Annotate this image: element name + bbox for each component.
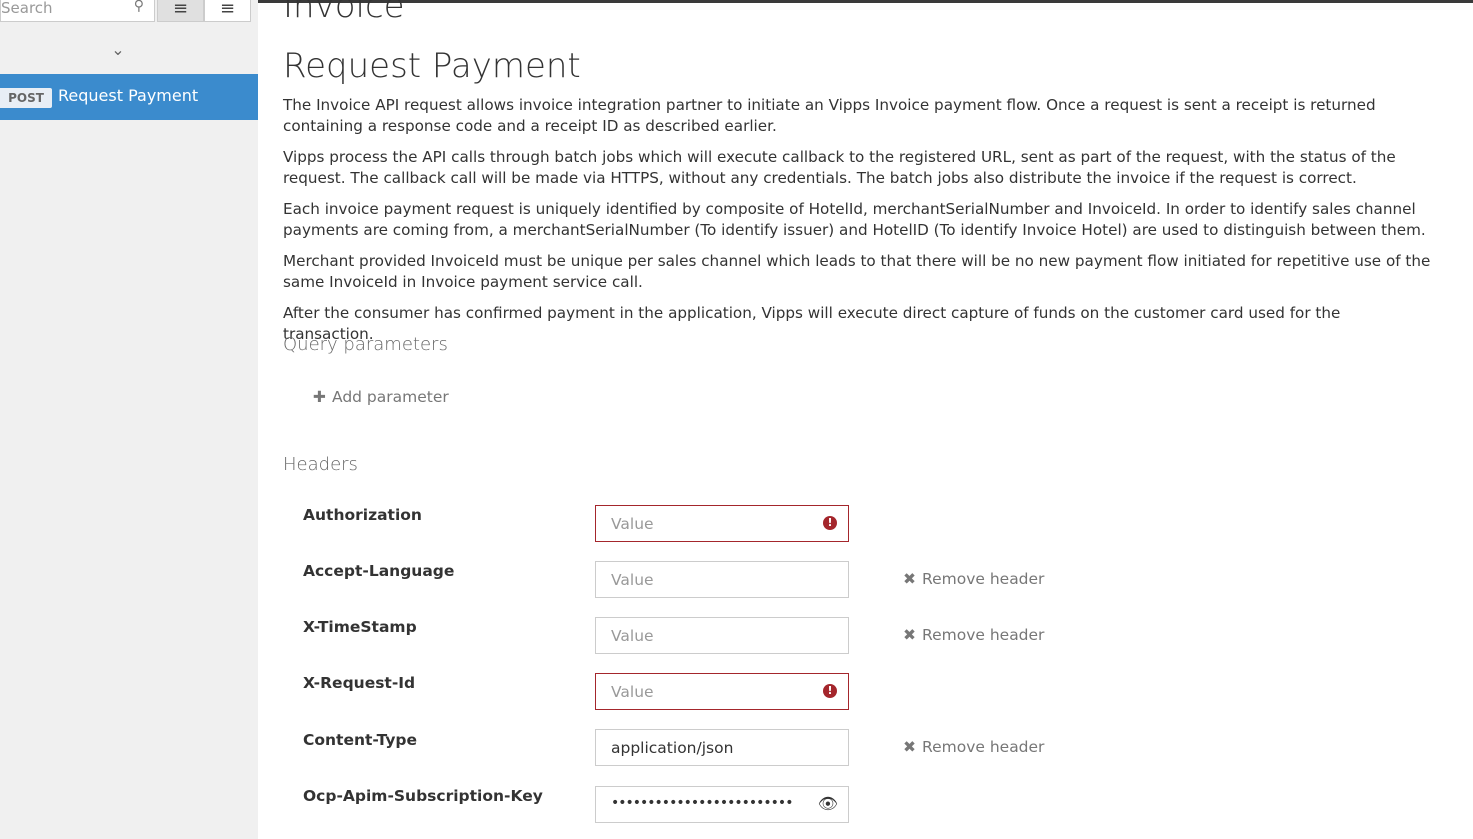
header-row-content-type: Content-Type application/json ✖ Remove he… xyxy=(283,729,1433,767)
header-value-input[interactable]: Value ! xyxy=(595,673,849,710)
header-name: Content-Type xyxy=(303,731,418,749)
search-input[interactable]: Search ⚲ xyxy=(0,0,155,22)
plus-icon: ✚ xyxy=(313,388,326,406)
header-row-accept-language: Accept-Language Value ✖ Remove header xyxy=(283,561,1433,599)
close-icon: ✖ xyxy=(903,738,916,756)
add-parameter-button[interactable]: ✚ Add parameter xyxy=(313,388,449,406)
list-icon: ≡ xyxy=(172,0,189,19)
operation-item-request-payment[interactable]: POST Request Payment xyxy=(0,74,258,120)
headers-title: Headers xyxy=(283,454,358,475)
sidebar: Search ⚲ ≡ ≡ ⌄ POST Request Payment xyxy=(0,0,258,839)
add-parameter-label: Add parameter xyxy=(332,388,449,406)
header-row-subscription-key: Ocp-Apim-Subscription-Key ••••••••••••••… xyxy=(283,786,1433,824)
header-value-placeholder: Value xyxy=(611,515,654,533)
header-value-input[interactable]: Value xyxy=(595,561,849,598)
header-value: application/json xyxy=(611,739,734,757)
header-value-placeholder: Value xyxy=(611,627,654,645)
description-paragraph: Vipps process the API calls through batc… xyxy=(283,148,1396,187)
header-value-placeholder: Value xyxy=(611,571,654,589)
header-row-x-timestamp: X-TimeStamp Value ✖ Remove header xyxy=(283,617,1433,655)
header-name: X-Request-Id xyxy=(303,674,416,692)
remove-header-label: Remove header xyxy=(922,626,1045,644)
api-title: Invoice xyxy=(283,0,405,26)
header-row-authorization: Authorization Value ! xyxy=(283,505,1433,543)
header-row-x-request-id: X-Request-Id Value ! xyxy=(283,673,1433,711)
header-name: Authorization xyxy=(303,506,422,524)
header-value-placeholder: Value xyxy=(611,683,654,701)
chevron-down-icon[interactable]: ⌄ xyxy=(108,40,128,60)
close-icon: ✖ xyxy=(903,626,916,644)
description-paragraph: Each invoice payment request is uniquely… xyxy=(283,200,1426,239)
remove-header-label: Remove header xyxy=(922,570,1045,588)
header-name: Accept-Language xyxy=(303,562,455,580)
remove-header-button[interactable]: ✖ Remove header xyxy=(903,570,1044,588)
operation-title: Request Payment xyxy=(283,46,581,86)
query-parameters-title: Query parameters xyxy=(283,334,448,355)
view-tag-group-button[interactable]: ≡ xyxy=(204,0,251,22)
header-name: Ocp-Apim-Subscription-Key xyxy=(303,787,543,805)
header-value-input[interactable]: Value ! xyxy=(595,505,849,542)
masked-value: ••••••••••••••••••••••••• xyxy=(611,795,793,811)
tag-group-icon: ≡ xyxy=(219,0,236,19)
description-paragraph: Merchant provided InvoiceId must be uniq… xyxy=(283,252,1431,291)
remove-header-button[interactable]: ✖ Remove header xyxy=(903,738,1044,756)
header-value-input[interactable]: ••••••••••••••••••••••••• 👁 xyxy=(595,786,849,823)
top-border xyxy=(258,0,1473,3)
header-value-input[interactable]: Value xyxy=(595,617,849,654)
method-badge: POST xyxy=(0,88,52,108)
search-icon[interactable]: ⚲ xyxy=(134,0,144,14)
error-icon: ! xyxy=(823,516,837,530)
header-value-input[interactable]: application/json xyxy=(595,729,849,766)
operation-label: Request Payment xyxy=(58,86,199,105)
view-list-button[interactable]: ≡ xyxy=(157,0,204,22)
description-paragraph: The Invoice API request allows invoice i… xyxy=(283,96,1376,135)
eye-icon[interactable]: 👁 xyxy=(818,794,838,813)
search-placeholder: Search xyxy=(1,0,53,17)
close-icon: ✖ xyxy=(903,570,916,588)
error-icon: ! xyxy=(823,684,837,698)
remove-header-label: Remove header xyxy=(922,738,1045,756)
header-name: X-TimeStamp xyxy=(303,618,417,636)
remove-header-button[interactable]: ✖ Remove header xyxy=(903,626,1044,644)
description-paragraph: After the consumer has confirmed payment… xyxy=(283,304,1341,343)
